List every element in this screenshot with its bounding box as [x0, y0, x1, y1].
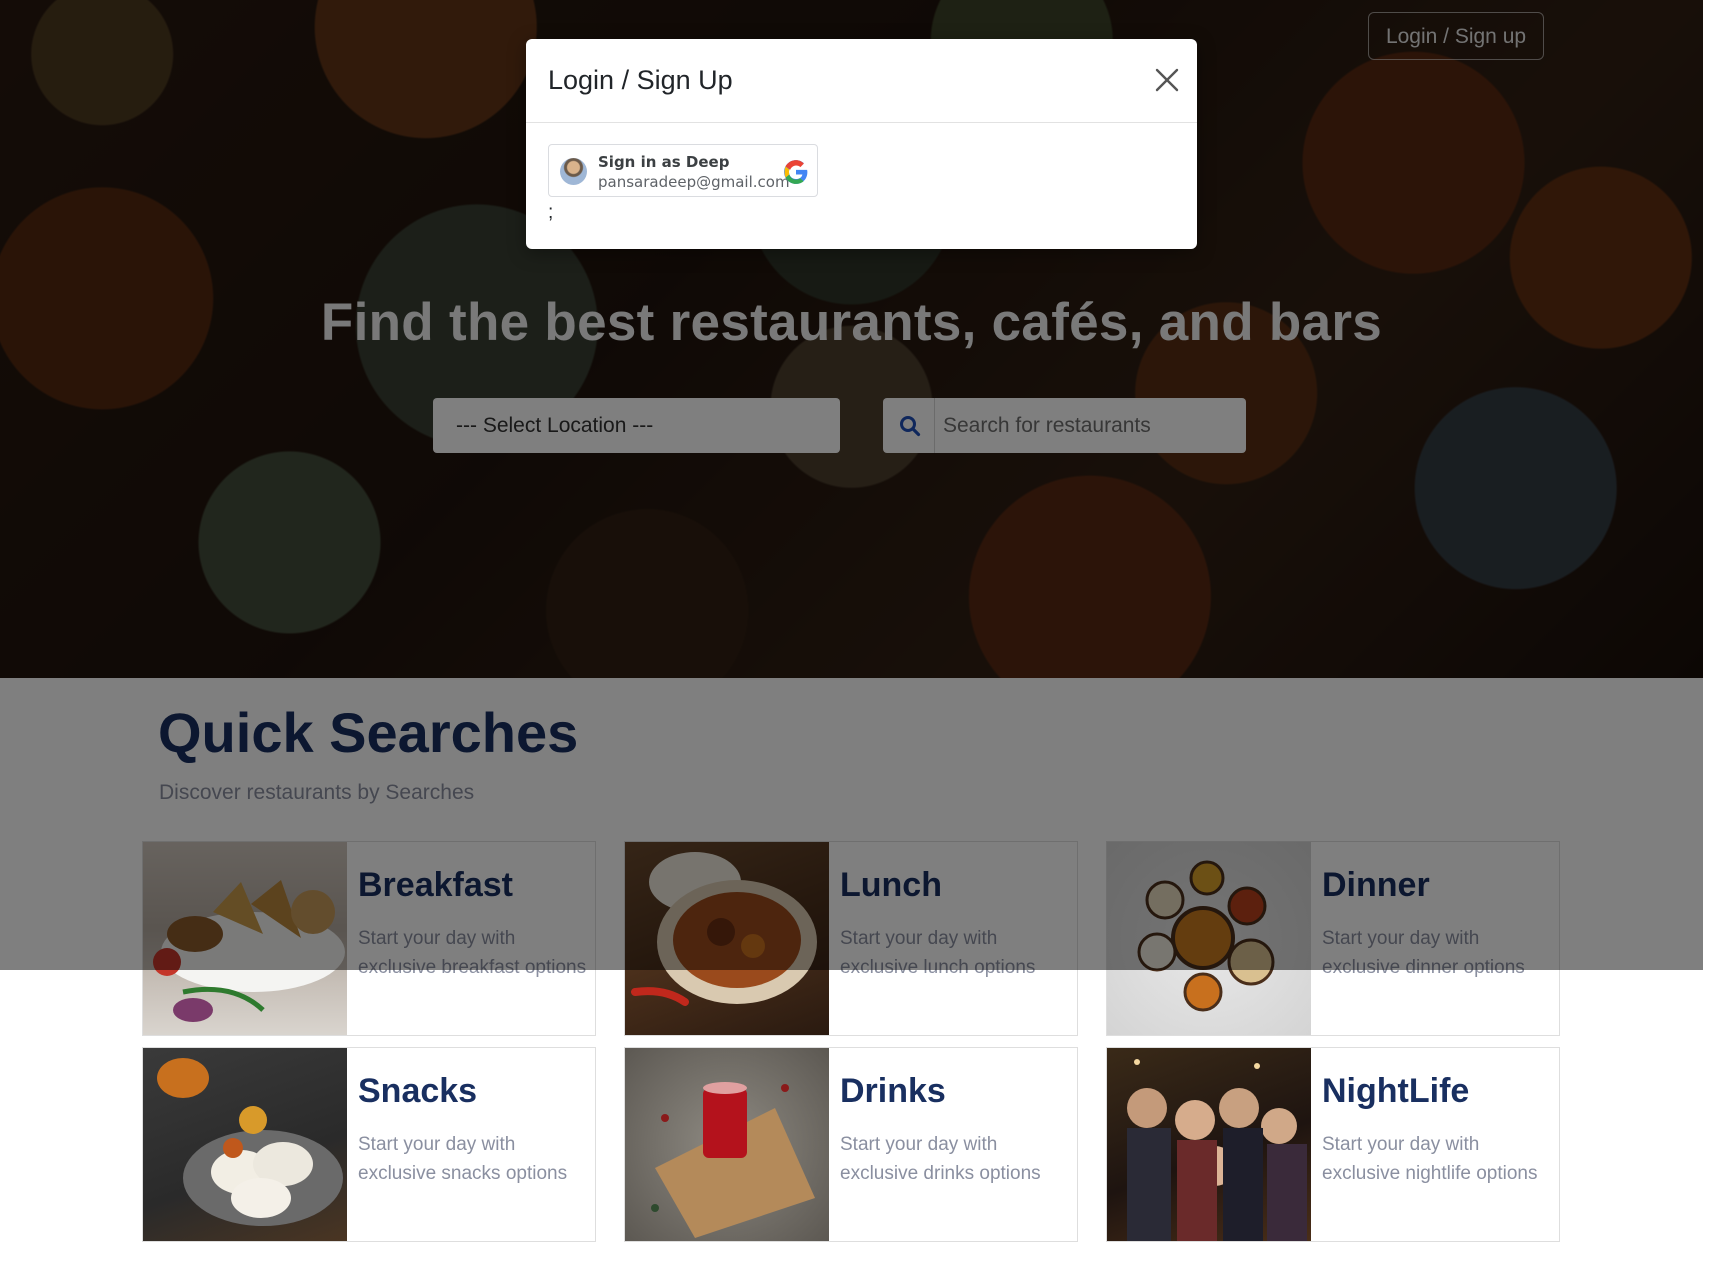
google-account-email: pansaradeep@gmail.com — [598, 173, 790, 191]
card-title: Drinks — [840, 1072, 946, 1110]
card-description: Start your day with exclusive nightlife … — [1322, 1134, 1538, 1184]
card-description: Start your day with exclusive drinks opt… — [840, 1134, 1041, 1184]
card-description: Start your day with exclusive snacks opt… — [358, 1134, 568, 1184]
nightlife-image — [1107, 1048, 1311, 1241]
card-title: NightLife — [1322, 1072, 1470, 1110]
avatar — [560, 158, 587, 185]
modal-header: Login / Sign Up — [526, 39, 1197, 123]
quick-search-card-drinks[interactable]: Drinks Start your day with exclusive dri… — [624, 1047, 1078, 1242]
login-modal: Login / Sign Up Sign in as Deep pansarad… — [526, 39, 1197, 249]
modal-title: Login / Sign Up — [548, 65, 733, 95]
quick-search-card-nightlife[interactable]: NightLife Start your day with exclusive … — [1106, 1047, 1560, 1242]
card-title: Snacks — [358, 1072, 478, 1110]
drinks-image — [625, 1048, 829, 1241]
snacks-image — [143, 1048, 347, 1241]
quick-search-card-snacks[interactable]: Snacks Start your day with exclusive sna… — [142, 1047, 596, 1242]
google-sign-in-button[interactable]: Sign in as Deep pansaradeep@gmail.com — [548, 144, 818, 197]
google-logo-icon — [783, 159, 809, 190]
stray-text: ; — [548, 202, 554, 223]
google-account-name: Sign in as Deep — [598, 153, 730, 171]
close-icon[interactable] — [1152, 65, 1182, 95]
